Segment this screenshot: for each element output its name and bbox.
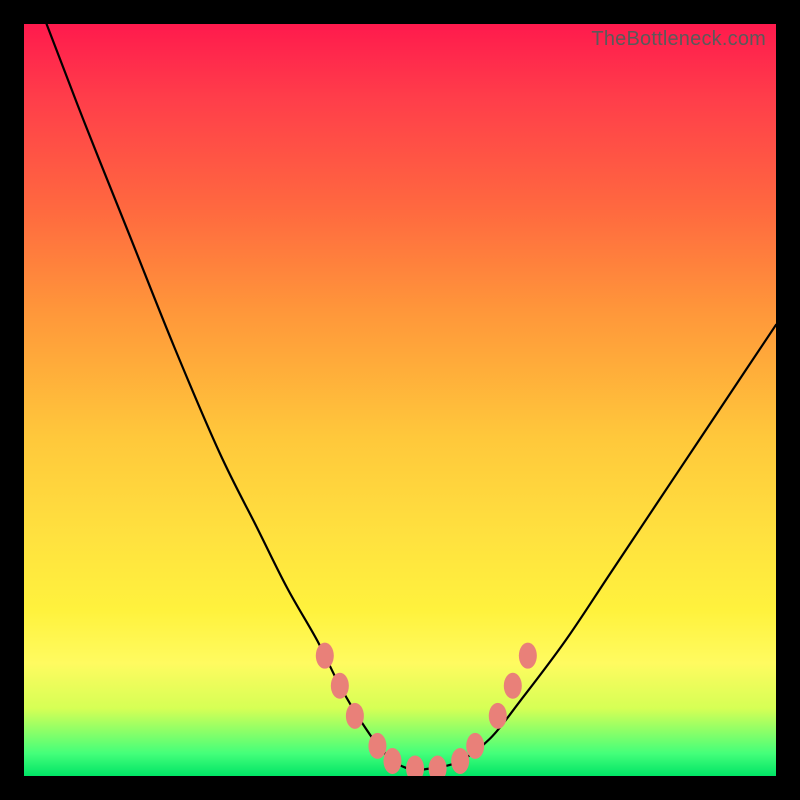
highlight-dot	[429, 755, 447, 776]
highlight-dot	[466, 733, 484, 759]
highlight-dot	[504, 673, 522, 699]
highlight-dot	[368, 733, 386, 759]
chart-frame: TheBottleneck.com	[24, 24, 776, 776]
dots-group	[316, 643, 537, 776]
bottleneck-curve	[47, 24, 776, 770]
highlight-dot	[316, 643, 334, 669]
highlight-dot	[489, 703, 507, 729]
highlight-dot	[383, 748, 401, 774]
highlight-dot	[519, 643, 537, 669]
highlight-dot	[346, 703, 364, 729]
watermark-label: TheBottleneck.com	[591, 28, 766, 51]
curve-group	[47, 24, 776, 770]
highlight-dot	[406, 755, 424, 776]
highlight-dot	[451, 748, 469, 774]
chart-svg	[24, 24, 776, 776]
highlight-dot	[331, 673, 349, 699]
